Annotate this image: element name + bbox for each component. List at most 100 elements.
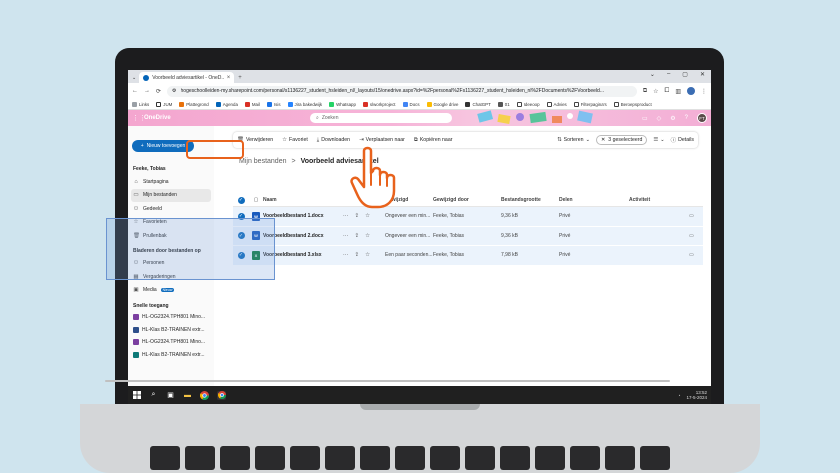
more-actions-icon[interactable]: ⋯ [343,233,349,239]
command-bar: 🗑 Verwijderen ☆ Favoriet ⤓ Downloaden ⇥ Verp… [233,132,698,148]
app-title[interactable]: OneDrive [144,115,171,121]
bookmark-item[interactable]: Filterpagina's [573,101,607,107]
bookmark-item[interactable]: ChatGPT [465,101,491,107]
tab-close-icon[interactable]: × [227,75,231,81]
chrome-icon[interactable] [200,390,209,400]
tab-search-icon[interactable]: ⌄ [132,75,136,81]
bookmark-item[interactable]: Jira bakedwijk [287,101,322,107]
share-icon[interactable]: ⇪ [355,213,360,219]
view-options-button[interactable]: ☰ ⌄ [653,137,664,143]
sidepanel-icon[interactable]: ▥ [675,88,681,95]
bookmark-item[interactable]: Advies [546,101,567,107]
favorite-star-icon[interactable]: ☆ [365,252,370,258]
feedback-icon[interactable]: ▭ [642,115,648,122]
bookmark-item[interactable]: Beroepsproduct [613,101,652,107]
favorite-star-icon[interactable]: ☆ [365,213,370,219]
windows-taskbar: ⌕ ▣ ▬ ◔ 13:52 17-5-2024 [128,386,711,404]
address-bar[interactable]: ⚙ hogeschoolleiden-my.sharepoint.com/per… [167,85,637,97]
column-size[interactable]: Bestandsgrootte [501,197,559,203]
favorite-button[interactable]: ☆ Favoriet [282,137,308,143]
quick-access-item[interactable]: HL-OG2324.TPH801 Mino... [131,311,211,324]
quick-access-item[interactable]: HL-Klas B2-TRAINEN extr... [131,324,211,337]
close-icon[interactable]: ✕ [601,137,605,143]
bookmark-item[interactable]: Google drive [426,101,458,107]
breadcrumb-parent[interactable]: Mijn bestanden [239,158,286,165]
clock[interactable]: 13:52 17-5-2024 [686,390,707,400]
settings-icon[interactable]: ⚙ [670,115,675,122]
file-explorer-icon[interactable]: ▬ [183,391,192,400]
close-window-button[interactable]: ✕ [700,71,705,78]
site-info-icon[interactable]: ⚙ [172,88,176,94]
more-actions-icon[interactable]: ⋯ [343,252,349,258]
table-row[interactable]: ✓ W Voorbeeldbestand 2.docx ⋯ ⇪ ☆ Ongeveer… [233,226,703,246]
file-name[interactable]: Voorbeeldbestand 3.xlsx [263,252,343,258]
tab-list-icon[interactable]: ⌄ [650,71,655,78]
select-all-checkbox[interactable]: ✓ [233,196,249,204]
bookmark-item[interactable]: Ideeoop [516,101,540,107]
network-icon[interactable]: ◔ [678,393,681,398]
sidebar-item-shared[interactable]: ⚇ Gedeeld [131,202,211,216]
column-sharing[interactable]: Delen [559,197,629,203]
avatar[interactable]: FT [697,113,707,123]
more-actions-icon[interactable]: ⋯ [343,213,349,219]
favorite-star-icon[interactable]: ☆ [365,233,370,239]
file-type-header-icon[interactable]: ▢ [249,197,263,203]
column-modified-by[interactable]: Gewijzigd door [433,197,501,203]
premium-icon[interactable]: ◇ [657,115,662,122]
help-icon[interactable]: ? [685,115,688,121]
sidebar-item-home[interactable]: ⌂ Startpagina [131,175,211,189]
task-view-icon[interactable]: ▣ [166,391,175,400]
minimize-button[interactable]: – [667,71,670,78]
bookmark-item[interactable]: Mail [244,101,260,107]
bookmark-item[interactable]: slworkproject [362,101,396,107]
bookmark-item[interactable]: Isis [266,101,281,107]
column-activity[interactable]: Activiteit [629,197,689,203]
image-icon: ▣ [133,287,139,294]
bookmark-star-icon[interactable]: ☆ [653,88,658,95]
bookmark-item[interactable]: 01 [497,101,510,107]
forward-button[interactable]: → [144,88,150,94]
share-icon[interactable]: ⇪ [355,252,360,258]
share-icon[interactable]: ⇪ [355,233,360,239]
share-icon[interactable]: ⧉ [643,88,647,95]
app-launcher-icon[interactable]: ⋮⋮ [132,114,146,122]
browser-tab[interactable]: Voorbeeld adviesartikel - OneD... × [139,72,235,83]
selection-count-pill[interactable]: ✕ 3 geselecteerd [595,135,648,145]
bookmark-item[interactable]: JUM [156,101,172,107]
table-row[interactable]: ✓ W Voorbeeldbestand 1.docx ⋯ ⇪ ☆ Ongeveer… [233,207,703,227]
search-box[interactable]: ⌕ Zoeken [310,113,452,123]
bookmark-item[interactable]: Whatsapp [329,101,356,107]
add-new-button[interactable]: + Nieuw toevoegen [132,140,194,152]
sidebar-item-media[interactable]: ▣ Media Nieuw [131,284,211,298]
move-to-button[interactable]: ⇥ Verplaatsen naar [359,137,405,143]
table-row[interactable]: ✓ X Voorbeeldbestand 3.xlsx ⋯ ⇪ ☆ Een paar… [233,246,703,266]
row-menu-icon[interactable]: ▭ [689,213,699,219]
extensions-icon[interactable]: ⧠ [665,88,670,95]
sort-button[interactable]: ⇅ Sorteren ⌄ [557,137,590,143]
windows-start-icon[interactable] [132,391,141,400]
menu-icon[interactable]: ⋮ [701,88,707,95]
search-icon[interactable]: ⌕ [149,391,158,400]
profile-avatar[interactable] [687,87,695,95]
file-name[interactable]: Voorbeeldbestand 1.docx [263,213,343,219]
bookmark-item[interactable]: Agenda [215,101,238,107]
new-tab-button[interactable]: + [238,75,242,81]
horizontal-scrollbar[interactable] [105,380,670,382]
maximize-button[interactable]: ▢ [682,71,688,78]
bookmark-item[interactable]: Docs [402,101,420,107]
file-name[interactable]: Voorbeeldbestand 2.docx [263,233,343,239]
bookmark-item[interactable]: Plattegrond [179,101,209,107]
row-menu-icon[interactable]: ▭ [689,252,699,258]
sidebar-item-my-files[interactable]: ▭ Mijn bestanden [131,188,211,202]
row-menu-icon[interactable]: ▭ [689,233,699,239]
back-button[interactable]: ← [132,88,138,94]
download-button[interactable]: ⤓ Downloaden [317,137,350,144]
quick-access-item[interactable]: HL-OG2324.TPH801 Mino... [131,336,211,349]
copy-to-button[interactable]: ⧉ Kopiëren naar [414,137,453,144]
chrome-active-icon[interactable] [217,390,226,400]
column-name[interactable]: Naam [263,197,343,203]
quick-access-item[interactable]: HL-Klas B2-TRAINEN extr... [131,349,211,362]
bookmark-item[interactable]: Links [132,101,149,107]
details-button[interactable]: ⓘ Details [671,136,694,144]
reload-button[interactable]: ⟳ [156,88,161,95]
